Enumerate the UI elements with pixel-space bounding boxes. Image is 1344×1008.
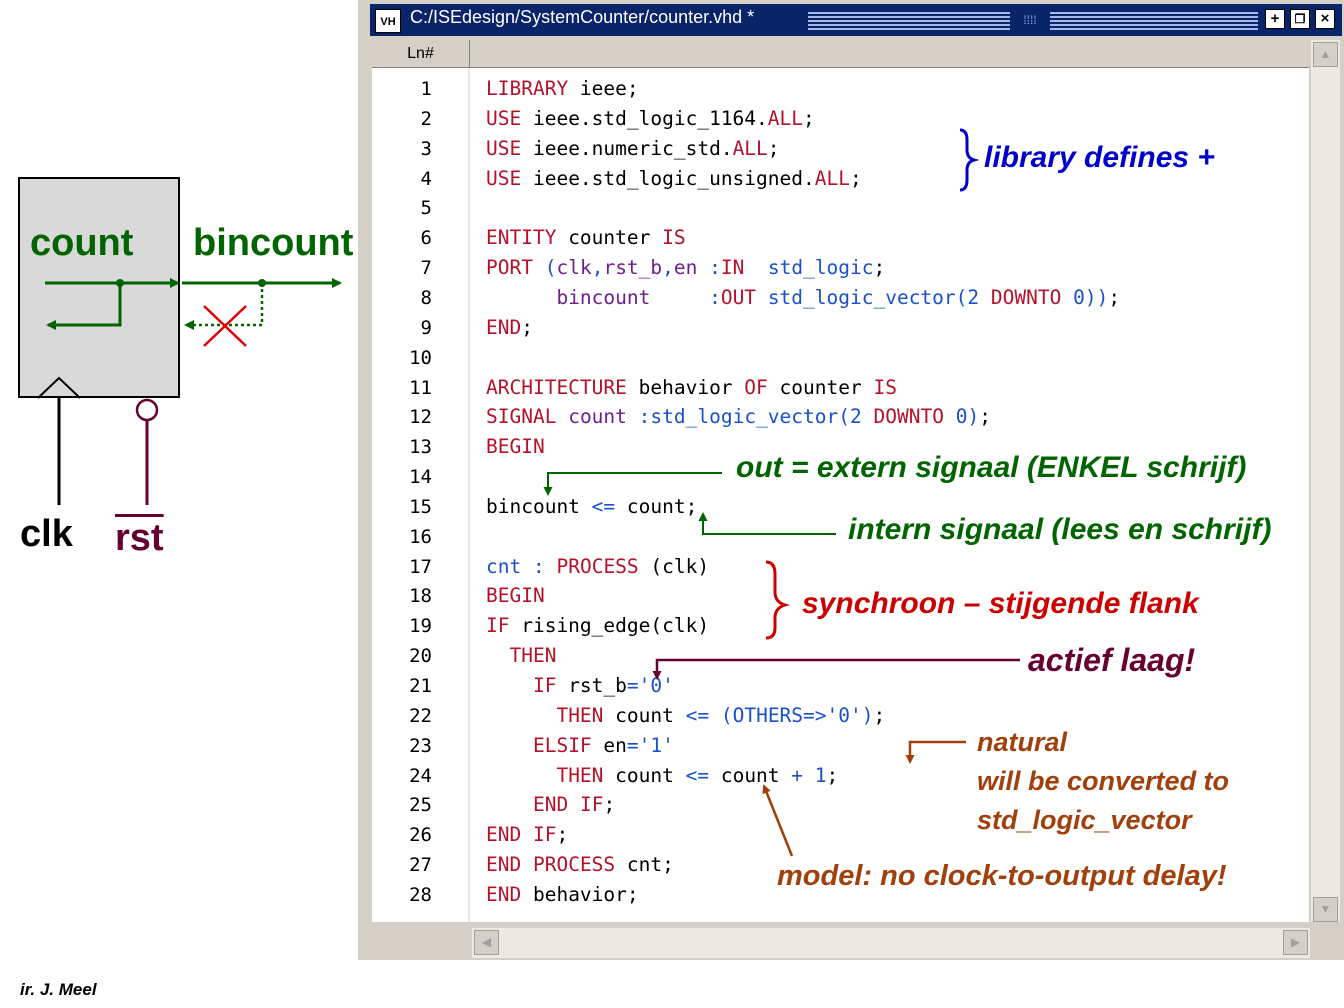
synchroon-annotation: synchroon – stijgende flank — [802, 587, 1199, 620]
model-annotation: model: no clock-to-output delay! — [777, 860, 1227, 892]
out-signal-annotation: out = extern signaal (ENKEL schrijf) — [736, 451, 1247, 484]
intern-signal-arrow — [698, 512, 836, 535]
natural-annotation: natural — [977, 727, 1068, 757]
natural-arrow — [905, 740, 966, 764]
actief-laag-annotation: actief laag! — [1028, 642, 1196, 678]
actief-laag-arrow — [652, 658, 1020, 680]
library-annotation: library defines + — [984, 141, 1215, 174]
slv-annotation: std_logic_vector — [977, 805, 1192, 835]
model-arrow — [762, 784, 794, 857]
library-brace — [959, 128, 980, 192]
synchroon-brace — [765, 560, 791, 640]
intern-signal-annotation: intern signaal (lees en schrijf) — [848, 513, 1272, 546]
out-signal-arrow — [543, 472, 722, 496]
converted-annotation: will be converted to — [977, 766, 1230, 796]
